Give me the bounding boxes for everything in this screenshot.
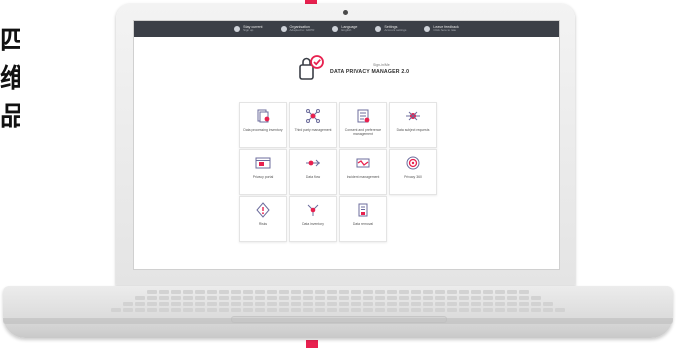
product-title: DATA PRIVACY MANAGER 2.0 [330, 69, 410, 75]
laptop-base [3, 286, 673, 338]
tile-label: Risks [258, 222, 268, 226]
tile-data-inventory[interactable]: Data inventory [289, 196, 337, 242]
tile-data-flow[interactable]: Data flow [289, 149, 337, 195]
edge-char: 品 [0, 102, 20, 132]
inventory-icon [307, 204, 319, 216]
nav-sub: Account settings [384, 28, 407, 33]
tile-label: Data inventory [302, 222, 324, 226]
top-navigation-bar: Stay current Sign up Organisation Adapted … [134, 21, 559, 37]
nav-language[interactable]: Language English [332, 21, 357, 37]
brand-header: Sign-in/Me DATA PRIVACY MANAGER 2.0 [297, 54, 417, 82]
edge-char: 维 [0, 64, 20, 94]
nav-sub: English [341, 28, 352, 33]
tile-risks[interactable]: Risks [239, 196, 287, 242]
tile-label: Data removal [352, 222, 374, 226]
nav-organisation[interactable]: Organisation Adapted to: GDPR [280, 21, 315, 37]
translate-icon [332, 26, 339, 32]
nav-leave-feedback[interactable]: Leave feedback Click here to rate [424, 21, 459, 37]
user-icon [234, 26, 241, 32]
tile-label: Consent and preference management [344, 128, 382, 136]
risk-icon [256, 202, 270, 218]
gear-icon [375, 26, 382, 32]
tile-label: Third party management [294, 128, 332, 132]
tile-privacy-portal[interactable]: Privacy portal [239, 149, 287, 195]
edge-chinese-text: 四 维 品 [0, 22, 20, 136]
laptop-base-lip [3, 318, 673, 324]
tile-incident-management[interactable]: Incident management [339, 149, 387, 195]
nav-sub: Adapted to: GDPR [289, 28, 315, 33]
nav-sub: Click here to rate [433, 28, 457, 33]
flow-icon [306, 159, 320, 167]
chat-icon [424, 26, 431, 32]
incident-icon [356, 158, 370, 168]
tile-consent-and-preference-management[interactable]: Consent and preference management [339, 102, 387, 148]
removal-icon [358, 203, 368, 217]
tile-label: Data flow [305, 175, 321, 179]
tile-label: Data processing inventory [243, 128, 283, 132]
tile-data-processing-inventory[interactable]: Data processing inventory [239, 102, 287, 148]
nav-sub: Sign up [243, 28, 254, 33]
accent-strip-bottom [306, 340, 318, 348]
tile-label: Privacy 360 [404, 175, 422, 179]
tile-data-subject-requests[interactable]: Data subject requests [389, 102, 437, 148]
checklist-icon [357, 109, 370, 123]
tile-label: Incident management [346, 175, 380, 179]
request-icon [406, 111, 420, 121]
network-icon [306, 109, 320, 123]
nav-stay-current[interactable]: Stay current Sign up [234, 21, 263, 37]
browser-icon [255, 157, 271, 169]
webcam [343, 10, 348, 15]
tile-data-removal[interactable]: Data removal [339, 196, 387, 242]
document-icon [257, 109, 270, 123]
nav-settings[interactable]: Settings Account settings [375, 21, 406, 37]
privacy-360-icon [406, 156, 420, 170]
tile-label: Privacy portal [252, 175, 274, 179]
laptop-screen: Stay current Sign up Organisation Adapted … [133, 20, 560, 270]
tile-privacy-360[interactable]: Privacy 360 [389, 149, 437, 195]
lock-check-logo-icon [299, 55, 324, 80]
keyboard [111, 290, 565, 314]
sign-in-link[interactable]: Sign-in/Me [373, 63, 390, 67]
tile-third-party-management[interactable]: Third party management [289, 102, 337, 148]
laptop-lid: Stay current Sign up Organisation Adapted … [116, 4, 575, 288]
building-icon [280, 26, 287, 32]
edge-char: 四 [0, 26, 20, 56]
tile-label: Data subject requests [396, 128, 430, 132]
